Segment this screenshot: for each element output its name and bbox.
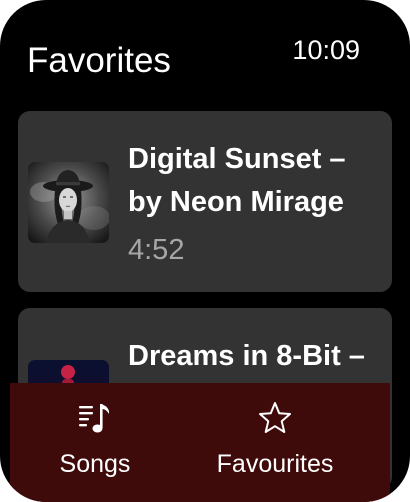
- tab-songs[interactable]: Songs: [40, 383, 150, 502]
- clock: 10:09: [292, 35, 360, 65]
- song-list[interactable]: Digital Sunset – by Neon Mirage 4:52 Dre…: [18, 111, 392, 489]
- star-icon: [257, 400, 293, 436]
- tab-favourites[interactable]: Favourites: [195, 383, 355, 502]
- tab-label-favourites: Favourites: [216, 450, 334, 478]
- watch-screen: Favorites 10:09 Digital Sunset – by Neon…: [0, 0, 410, 502]
- album-art-woman-in-hat: [28, 162, 109, 243]
- page-title: Favorites: [27, 41, 171, 80]
- music-list-icon: [77, 400, 113, 436]
- song-title: Digital Sunset – by Neon Mirage: [128, 143, 346, 218]
- tab-bar: Songs Favourites: [10, 383, 390, 502]
- song-card-digital-sunset[interactable]: Digital Sunset – by Neon Mirage 4:52: [18, 111, 392, 292]
- song-duration: 4:52: [128, 234, 185, 266]
- tab-label-songs: Songs: [59, 450, 131, 478]
